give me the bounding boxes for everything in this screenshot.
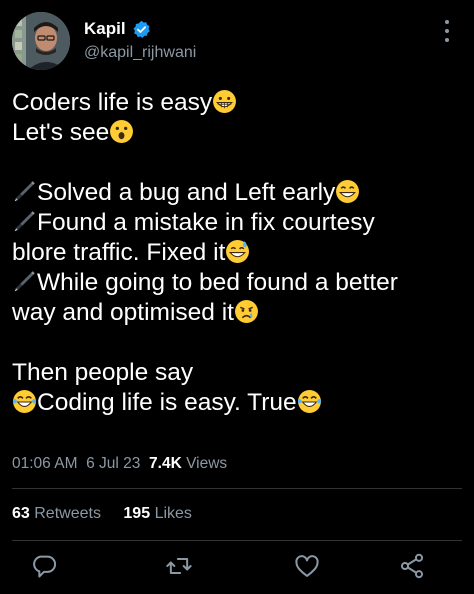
tweet-time[interactable]: 01:06 AM xyxy=(12,455,78,472)
smiling-face-emoji xyxy=(336,180,360,203)
fountain-pen-emoji xyxy=(12,209,37,234)
fountain-pen-emoji xyxy=(12,179,37,204)
tweet-line-text: Solved a bug and Left early xyxy=(37,179,336,206)
divider xyxy=(12,488,462,489)
tweet-line-text: blore traffic. Fixed it xyxy=(12,239,226,266)
tweet-line-text: way and optimised it xyxy=(12,299,234,326)
reply-icon[interactable] xyxy=(30,552,58,580)
tweet-header: Kapil @kapil_rijhwani xyxy=(12,12,462,72)
share-icon[interactable] xyxy=(398,552,426,580)
tears-of-joy-emoji xyxy=(13,390,36,413)
likes-count: 195 xyxy=(123,505,151,522)
tweet-text: Coders life is easy Let's see Solved a b… xyxy=(12,88,464,418)
tweet-line-text: While going to bed found a better xyxy=(37,269,398,296)
display-name[interactable]: Kapil xyxy=(84,19,126,39)
verified-badge-icon xyxy=(132,20,151,39)
tweet-line: Then people say xyxy=(12,358,464,388)
tweet-line: Solved a bug and Left early xyxy=(12,178,464,208)
tweet-date[interactable]: 6 Jul 23 xyxy=(86,455,140,472)
tweet-line: Coding life is easy. True xyxy=(12,388,464,418)
grinning-face-emoji xyxy=(213,90,237,113)
tweet-line-text: Found a mistake in fix courtesy xyxy=(37,209,375,236)
retweets-count: 63 xyxy=(12,505,30,522)
tweet-line: While going to bed found a better xyxy=(12,268,464,298)
retweet-icon[interactable] xyxy=(165,552,193,580)
tweet-line-text: Coding life is easy. True xyxy=(37,389,297,416)
tweet-line-text: Coders life is easy xyxy=(12,89,213,116)
action-bar xyxy=(0,552,474,584)
views-count: 7.4K xyxy=(149,455,182,472)
astonished-face-emoji xyxy=(110,120,134,143)
retweets-stat[interactable]: 63 Retweets xyxy=(12,505,105,522)
heart-icon[interactable] xyxy=(293,552,321,580)
tears-of-joy-emoji xyxy=(297,390,321,413)
avatar[interactable] xyxy=(12,12,70,70)
tweet-line: Coders life is easy xyxy=(12,88,464,118)
tweet-line: way and optimised it xyxy=(12,298,464,328)
tweet-line-text: Let's see xyxy=(12,119,110,146)
tweet-meta: 01:06 AM 6 Jul 23 7.4K Views xyxy=(12,455,227,473)
fountain-pen-emoji xyxy=(12,269,37,294)
tweet-stats: 63 Retweets 195 Likes xyxy=(12,505,210,523)
author-handle[interactable]: @kapil_rijhwani xyxy=(84,44,196,62)
tweet-line: blore traffic. Fixed it xyxy=(12,238,464,268)
tweet-line-text: Then people say xyxy=(12,359,194,386)
likes-label: Likes xyxy=(154,505,192,522)
sweat-smile-emoji xyxy=(226,240,250,263)
retweets-label: Retweets xyxy=(34,505,101,522)
views-label: Views xyxy=(186,455,228,472)
name-row: Kapil xyxy=(84,17,151,41)
tweet-line: Found a mistake in fix courtesy xyxy=(12,208,464,238)
crying-face-emoji xyxy=(235,300,258,323)
more-vertical-icon[interactable] xyxy=(442,18,452,44)
divider xyxy=(12,540,462,541)
likes-stat[interactable]: 195 Likes xyxy=(123,505,192,522)
tweet-line: Let's see xyxy=(12,118,464,148)
